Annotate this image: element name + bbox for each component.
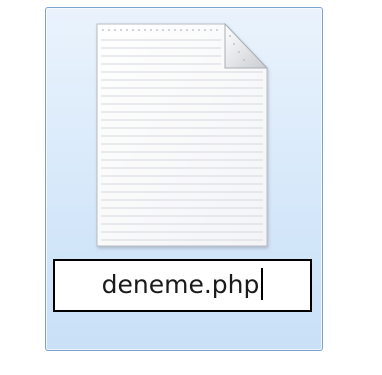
filename-text: deneme.php (101, 270, 260, 299)
filename-input[interactable]: deneme.php (53, 259, 312, 312)
text-caret (261, 267, 264, 300)
document-icon[interactable] (87, 22, 277, 256)
